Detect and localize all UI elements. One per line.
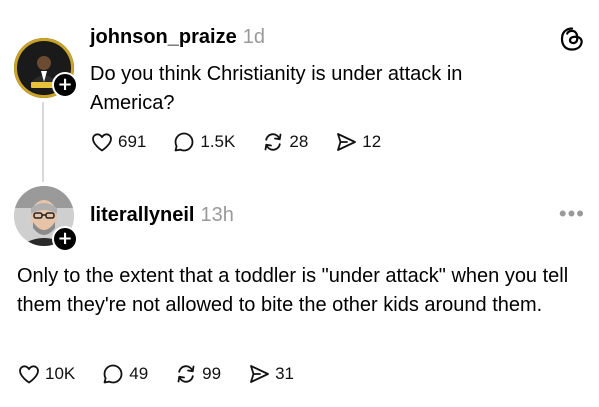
heart-icon: [92, 133, 112, 152]
follow-plus-icon[interactable]: +: [52, 226, 78, 252]
threads-logo-icon[interactable]: [559, 26, 585, 52]
post-2-repost-button[interactable]: 99: [174, 362, 221, 386]
post-1-share-button[interactable]: 12: [334, 130, 381, 154]
repost-icon: [264, 133, 282, 151]
post-1-reply-count: 1.5K: [200, 132, 236, 151]
post-1-repost-count: 28: [289, 132, 309, 151]
threads-post-page: + johnson_praize 1d Do you think Christia…: [0, 0, 599, 407]
comment-bubble-icon: [174, 132, 194, 152]
post-1-reply-button[interactable]: 1.5K: [172, 130, 235, 154]
repost-icon: [177, 365, 195, 383]
share-send-icon: [337, 133, 357, 151]
post-2-actions: 10K 49 99 31: [17, 362, 320, 386]
follow-plus-icon[interactable]: +: [52, 72, 78, 98]
post-2-share-count: 31: [275, 364, 295, 383]
post-1-share-count: 12: [362, 132, 382, 151]
post-1-repost-button[interactable]: 28: [261, 130, 308, 154]
more-dots-icon[interactable]: •••: [559, 203, 585, 225]
post-2-username[interactable]: literallyneil: [90, 204, 195, 226]
post-2-like-button[interactable]: 10K: [17, 362, 75, 386]
post-2-header: literallyneil 13h: [90, 204, 234, 227]
post-2-like-count: 10K: [45, 364, 76, 383]
post-1-text: Do you think Christianity is under attac…: [90, 63, 463, 114]
post-2-text: Only to the extent that a toddler is "un…: [17, 265, 569, 316]
post-1-like-button[interactable]: 691: [90, 130, 146, 154]
post-1-like-count: 691: [118, 132, 147, 151]
post-2-timestamp: 13h: [200, 204, 234, 226]
post-2-reply-button[interactable]: 49: [101, 362, 148, 386]
post-2-reply-count: 49: [129, 364, 149, 383]
post-1-actions: 691 1.5K 28 12: [90, 130, 407, 154]
post-1-header: johnson_praize 1d: [90, 26, 265, 49]
post-1-username[interactable]: johnson_praize: [90, 26, 237, 48]
post-1-timestamp: 1d: [242, 26, 265, 48]
comment-bubble-icon: [103, 364, 123, 384]
post-2-repost-count: 99: [202, 364, 222, 383]
post-2-share-button[interactable]: 31: [247, 362, 294, 386]
share-send-icon: [250, 365, 269, 383]
heart-icon: [19, 365, 39, 384]
thread-connector-line: [42, 102, 44, 182]
